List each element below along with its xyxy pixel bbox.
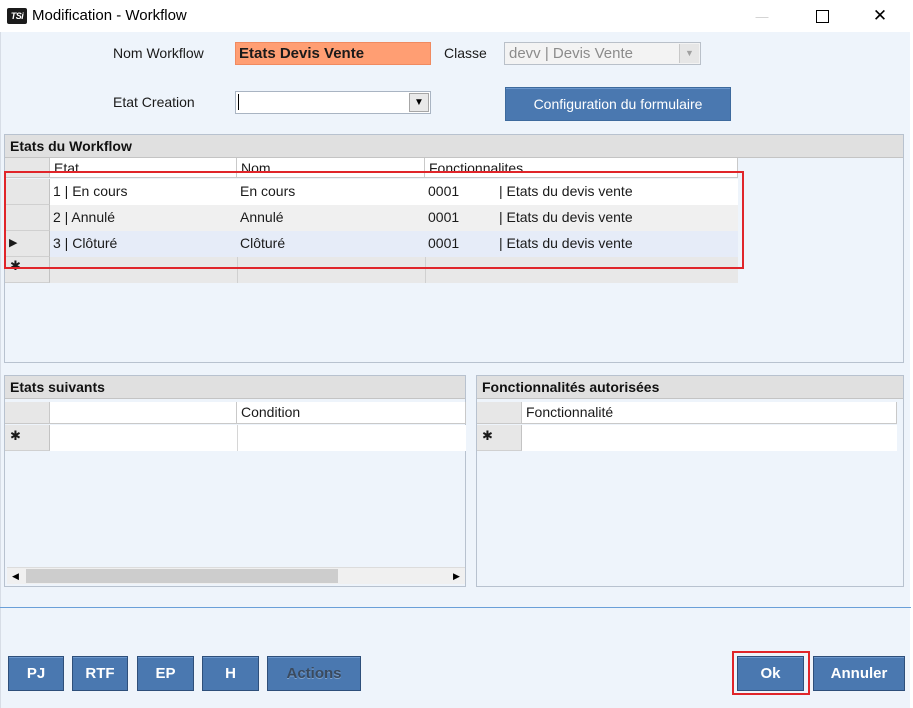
allowed-features-panel: Fonctionnalités autorisées Fonctionnalit… — [476, 375, 904, 587]
row-header-corner — [477, 402, 522, 423]
pj-button[interactable]: PJ — [8, 656, 64, 691]
close-button[interactable]: ✕ — [857, 0, 903, 32]
panel-title: Etats suivants — [5, 376, 465, 399]
app-logo-icon: TSi — [7, 8, 27, 24]
ok-highlight-box — [732, 651, 810, 695]
nom-workflow-label: Nom Workflow — [113, 45, 204, 61]
classe-select[interactable]: devv | Devis Vente — [504, 42, 701, 65]
rtf-button[interactable]: RTF — [72, 656, 128, 691]
row-header-corner — [5, 402, 50, 423]
column-header-condition[interactable]: Condition — [237, 402, 466, 423]
grid-header: Fonctionnalité — [477, 402, 897, 424]
ep-button[interactable]: EP — [137, 656, 194, 691]
etat-creation-select[interactable] — [235, 91, 431, 114]
chevron-down-icon[interactable]: ▼ — [679, 44, 699, 63]
grid-header: Condition — [5, 402, 466, 424]
annuler-button[interactable]: Annuler — [813, 656, 905, 691]
classe-label: Classe — [444, 45, 487, 61]
text-cursor — [238, 94, 239, 110]
etat-creation-label: Etat Creation — [113, 94, 195, 110]
column-header-fonctionnalite[interactable]: Fonctionnalité — [522, 402, 897, 423]
new-row-icon: ✱ — [477, 425, 522, 451]
rows-highlight-box — [4, 171, 744, 269]
title-bar: TSi Modification - Workflow — ✕ — [0, 0, 913, 32]
configuration-formulaire-button[interactable]: Configuration du formulaire — [505, 87, 731, 121]
column-divider — [237, 425, 238, 451]
chevron-down-icon[interactable]: ▼ — [409, 93, 429, 112]
scroll-right-icon[interactable]: ▶ — [448, 568, 465, 584]
minimize-button[interactable]: — — [739, 0, 785, 32]
close-icon: ✕ — [872, 6, 888, 25]
panel-title: Fonctionnalités autorisées — [477, 376, 903, 399]
maximize-button[interactable] — [799, 0, 845, 32]
window-title: Modification - Workflow — [32, 7, 187, 24]
new-row[interactable]: ✱ — [5, 425, 466, 451]
scrollbar-thumb[interactable] — [26, 569, 338, 583]
nom-workflow-input[interactable]: Etats Devis Vente — [235, 42, 431, 65]
new-row-icon: ✱ — [5, 425, 50, 451]
scroll-left-icon[interactable]: ◀ — [7, 568, 24, 584]
panel-title: Etats du Workflow — [5, 135, 903, 158]
next-states-panel: Etats suivants Condition ✱ ◀ ▶ — [4, 375, 466, 587]
horizontal-scrollbar[interactable]: ◀ ▶ — [7, 567, 465, 584]
h-button[interactable]: H — [202, 656, 259, 691]
maximize-icon — [815, 9, 829, 23]
new-row[interactable]: ✱ — [477, 425, 897, 451]
column-header-blank[interactable] — [50, 402, 237, 423]
footer-divider — [0, 607, 911, 608]
minimize-icon: — — [755, 8, 769, 24]
actions-button[interactable]: Actions — [267, 656, 361, 691]
